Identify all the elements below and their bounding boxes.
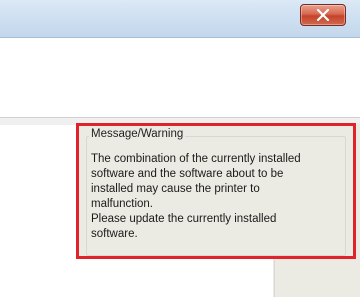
title-bar xyxy=(0,0,360,38)
panel-border xyxy=(274,260,275,297)
close-button[interactable] xyxy=(300,4,346,26)
dialog-content-area xyxy=(0,38,360,119)
message-warning-title: Message/Warning xyxy=(89,127,186,141)
close-icon xyxy=(316,9,330,21)
message-warning-text: The combination of the currently install… xyxy=(91,153,301,240)
message-warning-highlight: Message/Warning The combination of the c… xyxy=(76,123,356,259)
